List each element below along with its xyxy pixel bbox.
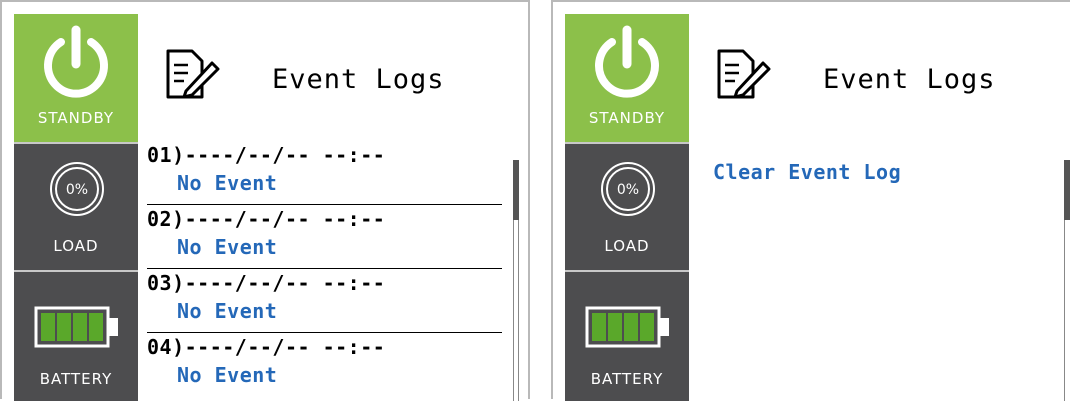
standby-label: STANDBY [588, 109, 666, 127]
load-tile[interactable]: 0% LOAD [565, 142, 689, 270]
battery-icon [34, 306, 118, 348]
standby-tile[interactable]: STANDBY [14, 14, 138, 142]
scrollbar-thumb[interactable] [1064, 160, 1070, 220]
log-scrollbar[interactable] [513, 160, 519, 401]
battery-label: BATTERY [39, 370, 113, 388]
load-value: 0% [617, 182, 639, 198]
load-gauge-icon: 0% [50, 162, 104, 216]
edit-document-icon [166, 49, 220, 99]
load-tile[interactable]: 0% LOAD [14, 142, 138, 270]
status-sidebar: STANDBY 0% LOAD BATTERY [565, 14, 689, 401]
page-title: Event Logs [823, 64, 996, 95]
list-item[interactable]: 01)----/--/-- --:-- No Event [147, 141, 502, 204]
status-sidebar: STANDBY 0% LOAD BATTERY [14, 14, 138, 401]
event-log-screen-right: STANDBY 0% LOAD BATTERY Event Logs Clear… [551, 0, 1070, 401]
event-log-list: 01)----/--/-- --:-- No Event 02)----/--/… [147, 141, 502, 396]
log-event-text: No Event [177, 235, 278, 259]
log-timestamp: 03)----/--/-- --:-- [147, 271, 386, 295]
log-timestamp: 04)----/--/-- --:-- [147, 335, 386, 359]
list-item[interactable]: 02)----/--/-- --:-- No Event [147, 204, 502, 268]
log-timestamp: 01)----/--/-- --:-- [147, 143, 386, 167]
list-item[interactable]: 03)----/--/-- --:-- No Event [147, 268, 502, 332]
battery-label: BATTERY [590, 370, 664, 388]
power-icon [44, 25, 108, 98]
log-event-text: No Event [177, 363, 278, 387]
battery-tile[interactable]: BATTERY [14, 270, 138, 401]
list-item[interactable]: 04)----/--/-- --:-- No Event [147, 332, 502, 396]
edit-document-icon [717, 49, 771, 99]
clear-event-log-button[interactable]: Clear Event Log [713, 160, 901, 184]
battery-icon [585, 306, 669, 348]
scrollbar-thumb[interactable] [513, 160, 519, 220]
event-log-screen-left: STANDBY 0% LOAD BATTERY Event Logs 01)--… [0, 0, 530, 401]
load-gauge-icon: 0% [601, 162, 655, 216]
page-title: Event Logs [272, 64, 445, 95]
log-event-text: No Event [177, 171, 278, 195]
load-label: LOAD [53, 237, 99, 255]
power-icon [595, 25, 659, 98]
battery-tile[interactable]: BATTERY [565, 270, 689, 401]
log-timestamp: 02)----/--/-- --:-- [147, 207, 386, 231]
menu-scrollbar[interactable] [1064, 160, 1070, 401]
log-event-text: No Event [177, 299, 278, 323]
load-label: LOAD [604, 237, 650, 255]
standby-tile[interactable]: STANDBY [565, 14, 689, 142]
load-value: 0% [66, 182, 88, 198]
standby-label: STANDBY [37, 109, 115, 127]
